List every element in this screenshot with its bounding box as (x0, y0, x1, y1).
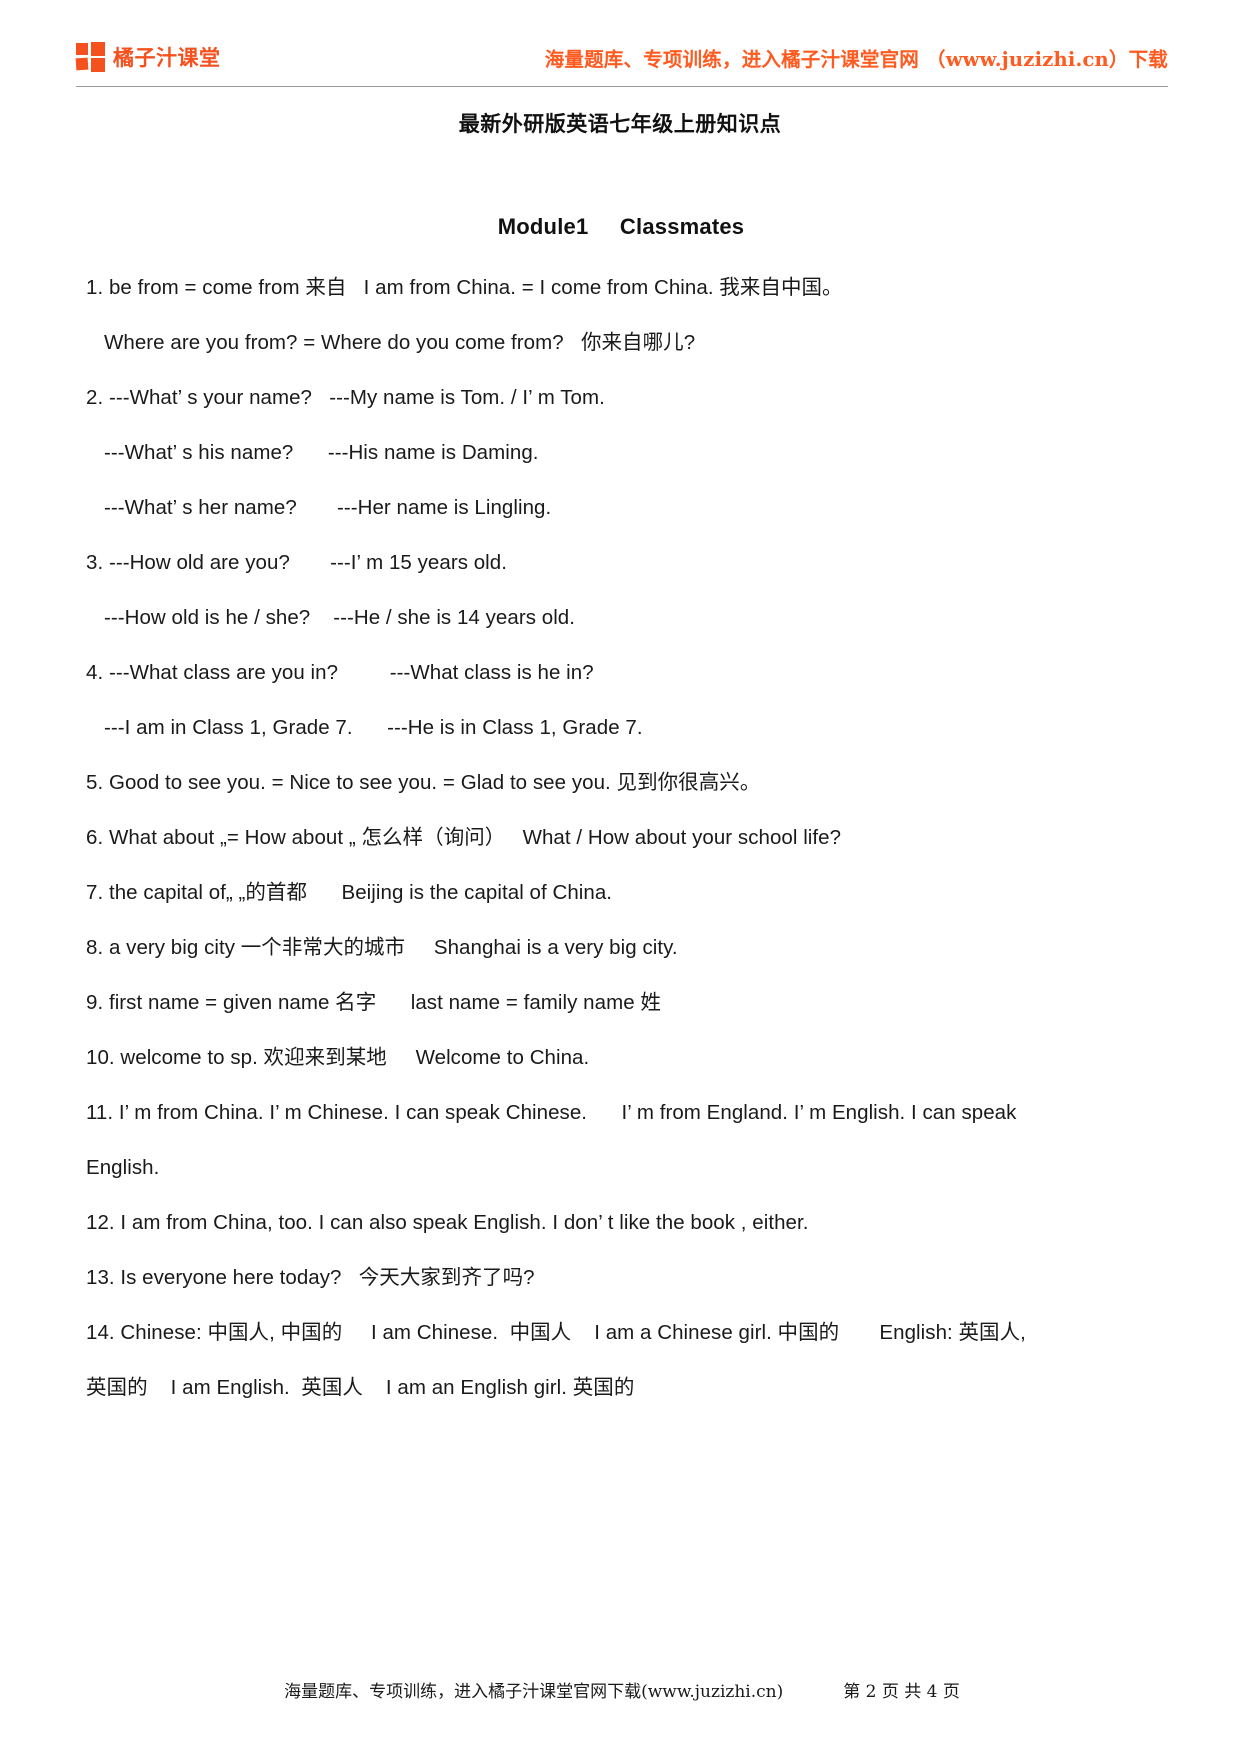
notes-list: 1. be from = come from 来自 I am from Chin… (86, 276, 1156, 1399)
header-divider (76, 86, 1168, 87)
four-squares-logo-icon (75, 42, 106, 72)
note-line: 12. I am from China, too. I can also spe… (86, 1211, 809, 1234)
note-line: 1. be from = come from 来自 I am from Chin… (86, 276, 843, 299)
note-line: 3. ---How old are you? ---I’ m 15 years … (86, 551, 507, 574)
page-footer: 海量题库、专项训练，进入橘子汁课堂官网下载(www.juzizhi.cn) 第 … (76, 1677, 1168, 1702)
note-line: 2. ---What’ s your name? ---My name is T… (86, 386, 605, 409)
note-line: ---I am in Class 1, Grade 7. ---He is in… (104, 716, 643, 739)
note-line: ---How old is he / she? ---He / she is 1… (104, 606, 576, 629)
note-line: 10. welcome to sp. 欢迎来到某地 Welcome to Chi… (86, 1046, 590, 1069)
note-line: 英国的 I am English. 英国人 I am an English gi… (86, 1376, 635, 1399)
module-heading: Module1 Classmates (497, 214, 745, 239)
note-line: ---What’ s his name? ---His name is Dami… (104, 441, 539, 464)
page-header: 橘子汁课堂 海量题库、专项训练，进入橘子汁课堂官网 （www.juzizhi.c… (75, 28, 1168, 86)
page-title: 最新外研版英语七年级上册知识点 (458, 112, 782, 136)
note-line: Where are you from? = Where do you come … (104, 331, 696, 354)
document-body: Module1 Classmates 1. be from = come fro… (86, 214, 1156, 1433)
footer-note: 海量题库、专项训练，进入橘子汁课堂官网下载(www.juzizhi.cn) (284, 1682, 784, 1702)
note-line: 14. Chinese: 中国人, 中国的 I am Chinese. 中国人 … (86, 1321, 1026, 1344)
note-line: 9. first name = given name 名字 last name … (86, 991, 661, 1014)
note-line: ---What’ s her name? ---Her name is Ling… (104, 496, 552, 519)
footer-page-number: 第 2 页 共 4 页 (843, 1682, 960, 1702)
header-promo-text: 海量题库、专项训练，进入橘子汁课堂官网 （www.juzizhi.cn）下载 (544, 47, 1168, 71)
note-line: 13. Is everyone here today? 今天大家到齐了吗? (86, 1266, 535, 1289)
note-line: 6. What about „= How about „ 怎么样（询问） Wha… (86, 826, 842, 849)
document-page: 橘子汁课堂 海量题库、专项训练，进入橘子汁课堂官网 （www.juzizhi.c… (0, 0, 1240, 1754)
note-line: 8. a very big city 一个非常大的城市 Shanghai is … (86, 936, 678, 959)
note-line: 4. ---What class are you in? ---What cla… (86, 661, 594, 684)
brand-name: 橘子汁课堂 (113, 46, 221, 70)
note-line: 7. the capital of„ „的首都 Beijing is the c… (86, 881, 613, 904)
note-line: 11. I’ m from China. I’ m Chinese. I can… (86, 1101, 1017, 1124)
note-line: English. (86, 1156, 160, 1179)
note-line: 5. Good to see you. = Nice to see you. =… (86, 771, 761, 794)
brand-lockup: 橘子汁课堂 (75, 42, 221, 72)
